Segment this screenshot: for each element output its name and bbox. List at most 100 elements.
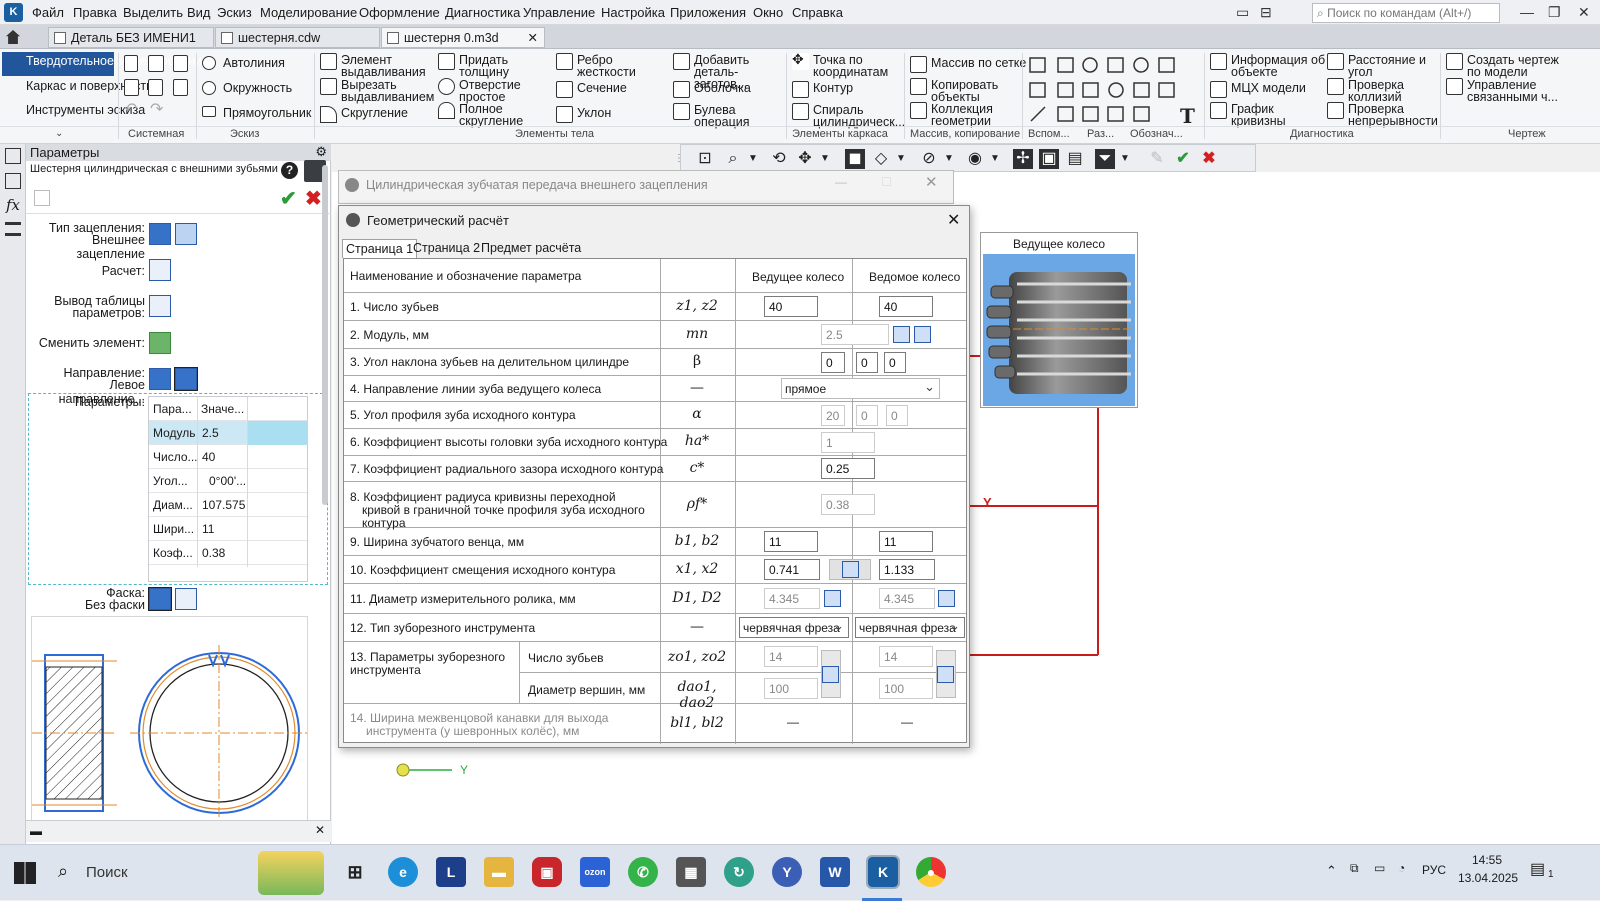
l-app-icon[interactable]: L	[436, 857, 466, 887]
fillet-radius-input[interactable]: 0.38	[821, 494, 875, 515]
task-view-icon[interactable]: ⊞	[340, 857, 370, 887]
restore-icon[interactable]: ❐	[1548, 4, 1561, 21]
left-direction-icon[interactable]	[174, 367, 198, 391]
panel-scrollbar[interactable]	[322, 165, 328, 505]
shift-drive-input[interactable]: 0.741	[764, 559, 820, 580]
shaded-view-icon[interactable]: ◼	[845, 149, 865, 169]
teeth-drive-input[interactable]: 40	[764, 296, 818, 317]
help-icon[interactable]: ?	[281, 162, 298, 179]
module-input[interactable]: 2.5	[821, 324, 889, 345]
tab-subject[interactable]: Предмет расчёта	[478, 239, 584, 257]
tool-diam-driven-input[interactable]: 100	[879, 678, 933, 699]
view-orient-icon[interactable]: ⊡	[695, 149, 715, 169]
reject-icon[interactable]: ✖	[1199, 149, 1219, 169]
menu-select[interactable]: Выделить	[123, 5, 183, 20]
tool-drive-table-button[interactable]	[821, 650, 841, 698]
hide-icon[interactable]: ⊘	[919, 149, 939, 169]
tool-diam-drive-input[interactable]: 100	[764, 678, 818, 699]
variables-icon[interactable]: fx	[6, 196, 20, 214]
menu-edit[interactable]: Правка	[73, 5, 117, 20]
yandex-browser-icon[interactable]: Y	[772, 857, 802, 887]
chamfer-icon[interactable]	[175, 588, 197, 610]
layout-icon[interactable]: ▭	[1236, 4, 1249, 21]
battery-icon[interactable]: ▭	[1374, 861, 1385, 875]
aux-tools-icons[interactable]: T	[1028, 55, 1204, 128]
menu-window[interactable]: Окно	[753, 5, 783, 20]
roller-drive-table-icon[interactable]	[824, 590, 841, 607]
width-drive-input[interactable]: 11	[764, 531, 818, 552]
clock-date[interactable]: 13.04.2025	[1458, 871, 1518, 885]
params-table[interactable]: Пара... Значе... Модуль 2.5 Число... 40 Уго…	[148, 396, 308, 582]
word-icon[interactable]: W	[820, 857, 850, 887]
command-search-input[interactable]: ⌕ Поиск по командам (Alt+/)	[1312, 3, 1500, 23]
tab-detail[interactable]: Деталь БЕЗ ИМЕНИ1	[48, 27, 214, 48]
message-icon[interactable]: ▬	[30, 824, 42, 838]
roller-drive-input[interactable]: 4.345	[764, 588, 820, 609]
layers-icon[interactable]	[5, 173, 21, 189]
helix-minutes-input[interactable]: 0	[856, 352, 878, 373]
menu-icon[interactable]	[5, 222, 21, 236]
menu-drafting[interactable]: Оформление	[359, 5, 440, 20]
file-explorer-icon[interactable]: ▬	[484, 857, 514, 887]
close-icon[interactable]: ✕	[1578, 4, 1590, 21]
taskbar-search-label[interactable]: Поиск	[86, 864, 128, 881]
menu-settings[interactable]: Настройка	[601, 5, 665, 20]
pan-icon[interactable]: ✥	[795, 149, 815, 169]
pan-dropdown-icon[interactable]: ▼	[815, 149, 835, 169]
edge-icon[interactable]: e	[388, 857, 418, 887]
tool-teeth-drive-input[interactable]: 14	[764, 646, 818, 667]
tab-gear-model[interactable]: шестерня 0.m3d ✕	[381, 27, 545, 48]
outer-close-icon[interactable]: ✕	[925, 173, 938, 191]
chrome-icon[interactable]: ●	[916, 857, 946, 887]
helix-degrees-input[interactable]: 0	[821, 352, 845, 373]
apply-icon[interactable]: ✔	[1173, 149, 1193, 169]
filter-icon[interactable]: ⏷	[1095, 149, 1115, 169]
hide-dropdown-icon[interactable]: ▼	[939, 149, 959, 169]
shift-driven-input[interactable]: 1.133	[879, 559, 935, 580]
table-row[interactable]: Число... 40	[149, 445, 307, 469]
profile-minutes-input[interactable]: 0	[856, 405, 878, 426]
display-dropdown-icon[interactable]: ▼	[891, 149, 911, 169]
profile-degrees-input[interactable]: 20	[821, 405, 845, 426]
ribbon-expand-icon[interactable]: ⌄	[55, 128, 63, 139]
whatsapp-icon[interactable]: ✆	[628, 857, 658, 887]
menu-sketch[interactable]: Эскиз	[217, 5, 252, 20]
windows-start-icon[interactable]	[14, 862, 36, 884]
internal-mesh-icon[interactable]	[175, 223, 197, 245]
calculator-icon[interactable]	[149, 259, 171, 281]
menu-diagnostics[interactable]: Диагностика	[445, 5, 520, 20]
shift-calc-button[interactable]	[829, 559, 871, 580]
camera-dropdown-icon[interactable]: ▼	[985, 149, 1005, 169]
undo-icon[interactable]: ↶	[124, 102, 137, 118]
kompas-icon[interactable]: K	[866, 855, 900, 889]
tab-page1[interactable]: Страница 1	[342, 239, 418, 258]
dialog-close-icon[interactable]: ✕	[947, 210, 960, 230]
module-calc-icon[interactable]	[914, 326, 931, 343]
panel-icon[interactable]: ⊟	[1260, 4, 1272, 21]
menu-apps[interactable]: Приложения	[670, 5, 746, 20]
calculator-icon[interactable]: ▦	[676, 857, 706, 887]
green-app-icon[interactable]: ↻	[724, 857, 754, 887]
snap-icon[interactable]: ✢	[1013, 149, 1033, 169]
selection-manager-icon[interactable]: ▤	[1065, 149, 1085, 169]
wifi-icon[interactable]: ◔	[1398, 861, 1405, 875]
model-tree-icon[interactable]	[5, 148, 21, 164]
width-driven-input[interactable]: 11	[879, 531, 933, 552]
confirm-icon[interactable]: ✔	[280, 186, 297, 211]
menu-view[interactable]: Вид	[187, 5, 211, 20]
profile-seconds-input[interactable]: 0	[886, 405, 908, 426]
table-row[interactable]: Коэф... 0.38	[149, 541, 307, 565]
camera-tray-icon[interactable]: ⧉	[1350, 861, 1359, 876]
menu-file[interactable]: Файл	[32, 5, 64, 20]
wireframe-icon[interactable]: ◇	[871, 149, 891, 169]
table-row[interactable]: Угол... 0°00'...	[149, 469, 307, 493]
helix-seconds-input[interactable]: 0	[884, 352, 906, 373]
roller-driven-table-icon[interactable]	[938, 590, 955, 607]
filter-objects-icon[interactable]: ▣	[1039, 149, 1059, 169]
cancel-icon[interactable]: ✖	[305, 186, 322, 211]
menu-modeling[interactable]: Моделирование	[260, 5, 357, 20]
tab-close-icon[interactable]: ✕	[528, 30, 538, 45]
roller-driven-input[interactable]: 4.345	[879, 588, 935, 609]
tab-page2[interactable]: Страница 2	[410, 239, 483, 257]
teeth-driven-input[interactable]: 40	[879, 296, 933, 317]
